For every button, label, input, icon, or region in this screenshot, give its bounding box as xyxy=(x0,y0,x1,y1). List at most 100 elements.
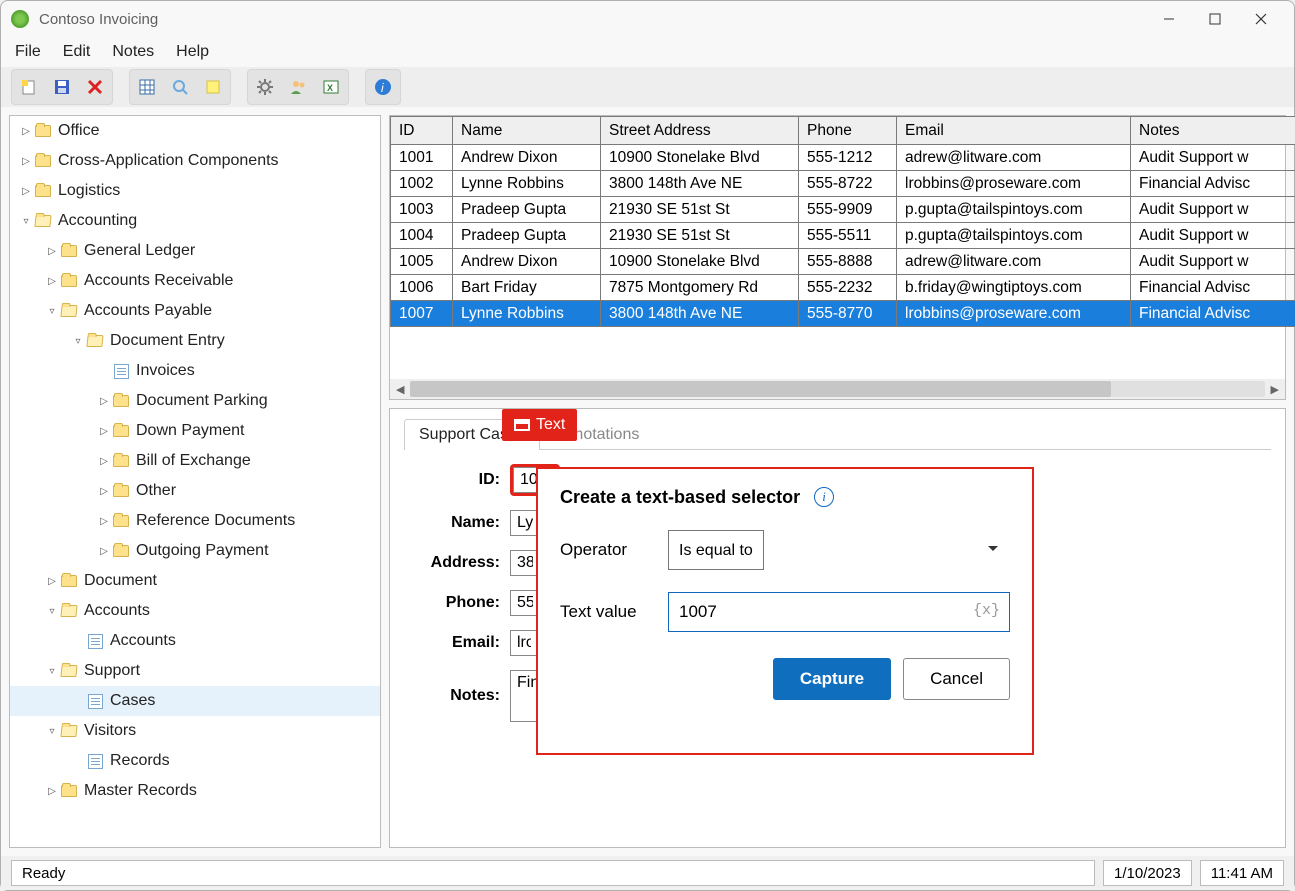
excel-icon[interactable]: X xyxy=(316,72,346,102)
table-row[interactable]: 1004Pradeep Gupta21930 SE 51st St555-551… xyxy=(391,223,1295,249)
table-row[interactable]: 1001Andrew Dixon10900 Stonelake Blvd555-… xyxy=(391,145,1295,171)
table-cell[interactable]: lrobbins@proseware.com xyxy=(897,171,1131,197)
delete-icon[interactable] xyxy=(80,72,110,102)
table-cell[interactable]: 3800 148th Ave NE xyxy=(601,171,799,197)
menu-notes[interactable]: Notes xyxy=(112,43,154,61)
tree-panel[interactable]: ▷Office▷Cross-Application Components▷Log… xyxy=(9,115,381,848)
table-cell[interactable]: Bart Friday xyxy=(453,275,601,301)
tree-expand-icon[interactable]: ▷ xyxy=(18,186,34,197)
tree-expand-icon[interactable]: ▿ xyxy=(44,606,60,617)
table-cell[interactable]: 555-8722 xyxy=(799,171,897,197)
users-icon[interactable] xyxy=(283,72,313,102)
tree-expand-icon[interactable]: ▷ xyxy=(96,486,112,497)
table-cell[interactable]: 555-9909 xyxy=(799,197,897,223)
scroll-left-icon[interactable]: ◀ xyxy=(396,383,404,396)
tree-node[interactable]: ▷General Ledger xyxy=(10,236,380,266)
tree-expand-icon[interactable]: ▷ xyxy=(96,396,112,407)
table-row[interactable]: 1005Andrew Dixon10900 Stonelake Blvd555-… xyxy=(391,249,1295,275)
scroll-right-icon[interactable]: ▶ xyxy=(1271,383,1279,396)
table-cell[interactable]: Audit Support w xyxy=(1131,145,1295,171)
capture-button[interactable]: Capture xyxy=(773,658,891,700)
table-cell[interactable]: Andrew Dixon xyxy=(453,249,601,275)
table-cell[interactable]: 1001 xyxy=(391,145,453,171)
close-button[interactable] xyxy=(1238,4,1284,34)
tree-expand-icon[interactable]: ▷ xyxy=(18,126,34,137)
table-cell[interactable]: 555-8770 xyxy=(799,301,897,327)
table-cell[interactable]: Financial Advisc xyxy=(1131,275,1295,301)
tree-node[interactable]: ▿Accounts xyxy=(10,596,380,626)
column-header[interactable]: Email xyxy=(897,117,1131,145)
table-cell[interactable]: 10900 Stonelake Blvd xyxy=(601,145,799,171)
table-cell[interactable]: lrobbins@proseware.com xyxy=(897,301,1131,327)
table-cell[interactable]: 1006 xyxy=(391,275,453,301)
tree-expand-icon[interactable]: ▷ xyxy=(18,156,34,167)
table-row[interactable]: 1003Pradeep Gupta21930 SE 51st St555-990… xyxy=(391,197,1295,223)
table-cell[interactable]: Andrew Dixon xyxy=(453,145,601,171)
tree-expand-icon[interactable]: ▷ xyxy=(44,246,60,257)
tree-node[interactable]: ▷Document xyxy=(10,566,380,596)
table-cell[interactable]: p.gupta@tailspintoys.com xyxy=(897,197,1131,223)
column-header[interactable]: Phone xyxy=(799,117,897,145)
variable-hint-icon[interactable]: {x} xyxy=(973,602,1000,619)
tree-node[interactable]: ▷Master Records xyxy=(10,776,380,806)
info-icon[interactable]: i xyxy=(368,72,398,102)
tree-node[interactable]: ▿Accounting xyxy=(10,206,380,236)
tree-node[interactable]: ▿Visitors xyxy=(10,716,380,746)
tree-node[interactable]: ▷Reference Documents xyxy=(10,506,380,536)
tree-expand-icon[interactable]: ▷ xyxy=(44,786,60,797)
tree-node[interactable]: Cases xyxy=(10,686,380,716)
table-cell[interactable]: 21930 SE 51st St xyxy=(601,223,799,249)
tree-node[interactable]: ▷Down Payment xyxy=(10,416,380,446)
table-cell[interactable]: Audit Support w xyxy=(1131,223,1295,249)
table-cell[interactable]: Lynne Robbins xyxy=(453,171,601,197)
tree-expand-icon[interactable]: ▷ xyxy=(96,456,112,467)
table-cell[interactable]: 555-2232 xyxy=(799,275,897,301)
tree-node[interactable]: ▷Cross-Application Components xyxy=(10,146,380,176)
table-cell[interactable]: 7875 Montgomery Rd xyxy=(601,275,799,301)
minimize-button[interactable] xyxy=(1146,4,1192,34)
table-cell[interactable]: Lynne Robbins xyxy=(453,301,601,327)
table-row[interactable]: 1006Bart Friday7875 Montgomery Rd555-223… xyxy=(391,275,1295,301)
menu-help[interactable]: Help xyxy=(176,43,209,61)
table-icon[interactable] xyxy=(132,72,162,102)
table-cell[interactable]: 555-1212 xyxy=(799,145,897,171)
table-cell[interactable]: 1004 xyxy=(391,223,453,249)
table-cell[interactable]: Financial Advisc xyxy=(1131,171,1295,197)
email-field[interactable] xyxy=(510,630,538,656)
tree-expand-icon[interactable]: ▿ xyxy=(44,726,60,737)
table-row[interactable]: 1002Lynne Robbins3800 148th Ave NE555-87… xyxy=(391,171,1295,197)
maximize-button[interactable] xyxy=(1192,4,1238,34)
tree-expand-icon[interactable]: ▿ xyxy=(44,666,60,677)
tree-node[interactable]: Accounts xyxy=(10,626,380,656)
tree-node[interactable]: ▷Document Parking xyxy=(10,386,380,416)
text-selector-badge[interactable]: Text xyxy=(502,409,577,441)
table-cell[interactable]: p.gupta@tailspintoys.com xyxy=(897,223,1131,249)
tree-node[interactable]: ▷Logistics xyxy=(10,176,380,206)
column-header[interactable]: ID xyxy=(391,117,453,145)
tree-expand-icon[interactable]: ▷ xyxy=(96,546,112,557)
tree-node[interactable]: ▷Other xyxy=(10,476,380,506)
table-cell[interactable]: adrew@litware.com xyxy=(897,145,1131,171)
find-icon[interactable] xyxy=(165,72,195,102)
table-cell[interactable]: 1002 xyxy=(391,171,453,197)
table-cell[interactable]: Audit Support w xyxy=(1131,197,1295,223)
grid-hscroll[interactable]: ◀ ▶ xyxy=(390,379,1285,399)
tree-node[interactable]: ▷Accounts Receivable xyxy=(10,266,380,296)
column-header[interactable]: Street Address xyxy=(601,117,799,145)
tree-expand-icon[interactable]: ▿ xyxy=(44,306,60,317)
tree-node[interactable]: ▷Office xyxy=(10,116,380,146)
gear-icon[interactable] xyxy=(250,72,280,102)
cancel-button[interactable]: Cancel xyxy=(903,658,1010,700)
textvalue-input[interactable] xyxy=(668,592,1010,632)
tree-expand-icon[interactable]: ▿ xyxy=(70,336,86,347)
tree-node[interactable]: ▷Outgoing Payment xyxy=(10,536,380,566)
column-header[interactable]: Name xyxy=(453,117,601,145)
tree-node[interactable]: ▷Bill of Exchange xyxy=(10,446,380,476)
table-cell[interactable]: 21930 SE 51st St xyxy=(601,197,799,223)
scroll-thumb[interactable] xyxy=(410,381,1110,397)
tree-node[interactable]: Records xyxy=(10,746,380,776)
new-file-icon[interactable] xyxy=(14,72,44,102)
table-cell[interactable]: Financial Advisc xyxy=(1131,301,1295,327)
tree-expand-icon[interactable]: ▷ xyxy=(44,576,60,587)
table-cell[interactable]: 555-5511 xyxy=(799,223,897,249)
